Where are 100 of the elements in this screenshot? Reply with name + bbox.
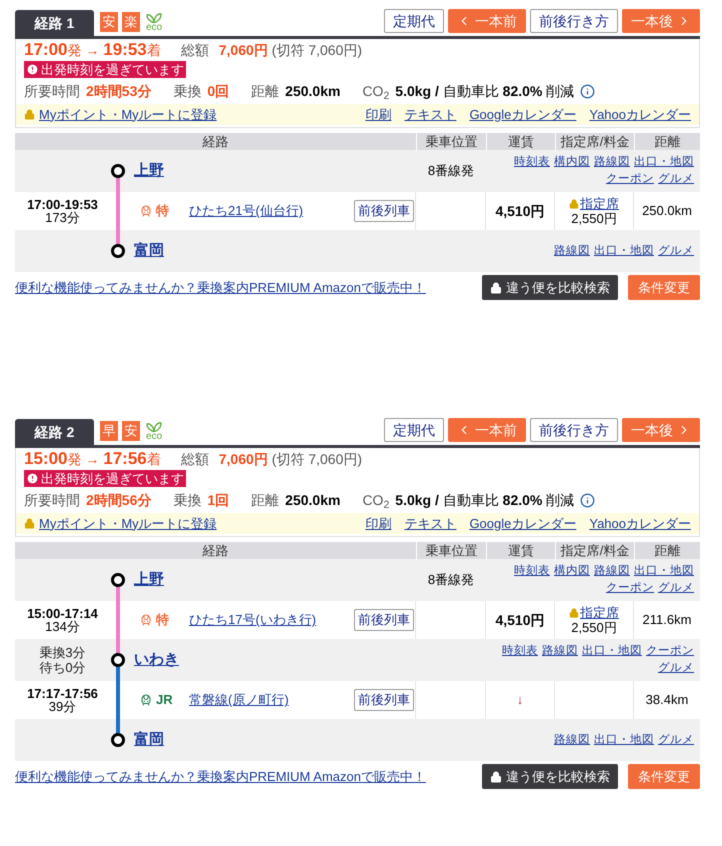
reserved-seat-link[interactable]: 指定席 [580,196,619,211]
service-label: 特 [156,611,170,630]
action-link[interactable]: テキスト [404,104,456,124]
station-link[interactable]: 上野 [134,160,164,182]
transfer-value: 1回 [207,491,230,510]
warning-badge: 出発時刻を過ぎています [24,470,186,487]
lock-icon [490,770,502,782]
station-info-link[interactable]: グルメ [658,242,694,260]
segment-time: 15:00-17:14 [27,607,98,620]
platform-text: 8番線発 [428,162,474,180]
co2-label: CO$_{2}$ [362,491,390,510]
total-fare: 7,060円 [218,41,268,60]
segment-time: 17:17-17:56 [27,687,98,700]
info-icon[interactable] [580,84,596,98]
action-link[interactable]: Googleカレンダー [469,104,576,124]
seat-fare: 2,550円 [571,211,617,226]
column-header: 経路 [202,132,230,151]
station-link[interactable]: 富岡 [134,728,164,752]
lock-icon [24,518,35,529]
station-info-link[interactable]: 時刻表 [514,563,550,580]
compare-button[interactable]: 違う便を比較検索 [482,275,618,300]
segment-minutes: 39分 [48,700,76,713]
station-info-link[interactable]: 路線図 [594,563,630,580]
station-info-link[interactable]: グルメ [658,580,694,597]
feature-badge: 早 [100,421,118,441]
train-link[interactable]: ひたち21号(仙台行) [189,201,304,221]
warning-badge: 出発時刻を過ぎています [24,61,186,78]
lock-icon [569,608,579,618]
transfer-label: 乗換 [173,82,202,101]
segment-distance: 38.4km [646,691,688,710]
compare-button[interactable]: 違う便を比較検索 [482,764,618,789]
header-button[interactable]: 前後行き方 [530,9,618,33]
action-link[interactable]: 印刷 [365,514,392,534]
transfer-value: 0回 [207,82,230,101]
station-link[interactable]: いわき [134,648,179,672]
station-info-link[interactable]: 構内図 [554,563,590,580]
ticket-fare: (切符 7,060円) [272,41,362,60]
total-fare: 7,060円 [218,450,268,469]
train-link[interactable]: ひたち17号(いわき行) [189,610,316,630]
feature-badge: 安 [100,12,118,32]
adjacent-trains-button[interactable]: 前後列車 [354,689,414,711]
feature-badge: 楽 [122,12,140,32]
adjacent-trains-button[interactable]: 前後列車 [354,200,414,222]
station-info-link[interactable]: 時刻表 [514,154,550,171]
station-marker-icon [111,733,125,747]
lock-icon [24,109,35,120]
promo-link[interactable]: 便利な機能使ってみませんか？乗換案内PREMIUM Amazonで販売中！ [15,766,426,786]
action-link[interactable]: Yahooカレンダー [589,514,691,534]
station-marker-icon [111,573,125,587]
fare-text: 4,510円 [495,610,545,630]
station-info-link[interactable]: 出口・地図 [634,154,694,171]
station-info-link[interactable]: 路線図 [554,242,590,260]
feature-badge: 安 [122,421,140,441]
header-button[interactable]: 定期代 [384,418,444,442]
train-link[interactable]: 常磐線(原ノ町行) [189,690,289,710]
distance-label: 距離 [251,491,280,510]
station-info-link[interactable]: クーポン [606,580,654,597]
header-button[interactable]: 定期代 [384,9,444,33]
station-info-link[interactable]: クーポン [646,643,694,660]
action-link[interactable]: Googleカレンダー [469,514,576,534]
station-info-link[interactable]: 時刻表 [502,643,538,660]
route-tab[interactable]: 経路 2 [15,419,94,445]
station-info-link[interactable]: グルメ [658,660,694,677]
station-info-link[interactable]: 路線図 [554,732,590,748]
register-link[interactable]: Myポイント・Myルートに登録 [39,104,217,124]
transfer-note: 乗換3分 [39,645,86,660]
total-label: 総額 [180,41,209,60]
action-link[interactable]: Yahooカレンダー [589,104,691,124]
action-link[interactable]: 印刷 [365,104,392,124]
station-info-link[interactable]: 出口・地図 [634,563,694,580]
station-marker-icon [111,653,125,667]
station-info-link[interactable]: 路線図 [542,643,578,660]
lock-icon [490,282,502,294]
station-info-link[interactable]: 路線図 [594,154,630,171]
station-info-link[interactable]: 構内図 [554,154,590,171]
header-button[interactable]: 前後行き方 [530,418,618,442]
reserved-seat-link[interactable]: 指定席 [580,605,619,620]
station-marker-icon [111,164,125,178]
promo-link[interactable]: 便利な機能使ってみませんか？乗換案内PREMIUM Amazonで販売中！ [15,278,426,298]
info-icon[interactable] [580,492,596,508]
adjacent-trains-button[interactable]: 前後列車 [354,609,414,631]
station-info-link[interactable]: 出口・地図 [594,242,654,260]
station-link[interactable]: 上野 [134,568,164,592]
station-info-link[interactable]: 出口・地図 [582,643,642,660]
station-info-link[interactable]: グルメ [658,732,694,748]
duration-label: 所要時間 [24,491,80,510]
co2-value: 5.0kg / 自動車比 82.0% 削減 [395,82,574,101]
fare-text: 4,510円 [495,202,545,220]
station-link[interactable]: 富岡 [134,240,164,262]
station-info-link[interactable]: クーポン [606,171,654,188]
alert-icon [26,63,39,76]
register-link[interactable]: Myポイント・Myルートに登録 [39,514,217,534]
station-info-link[interactable]: 出口・地図 [594,732,654,748]
platform-text: 8番線発 [428,571,474,590]
station-info-link[interactable]: グルメ [658,171,694,188]
action-link[interactable]: テキスト [404,514,456,534]
transfer-note: 待ち0分 [39,660,86,675]
segment-minutes: 134分 [45,620,80,633]
eco-badge: eco [144,12,164,32]
route-tab[interactable]: 経路 1 [15,10,94,36]
